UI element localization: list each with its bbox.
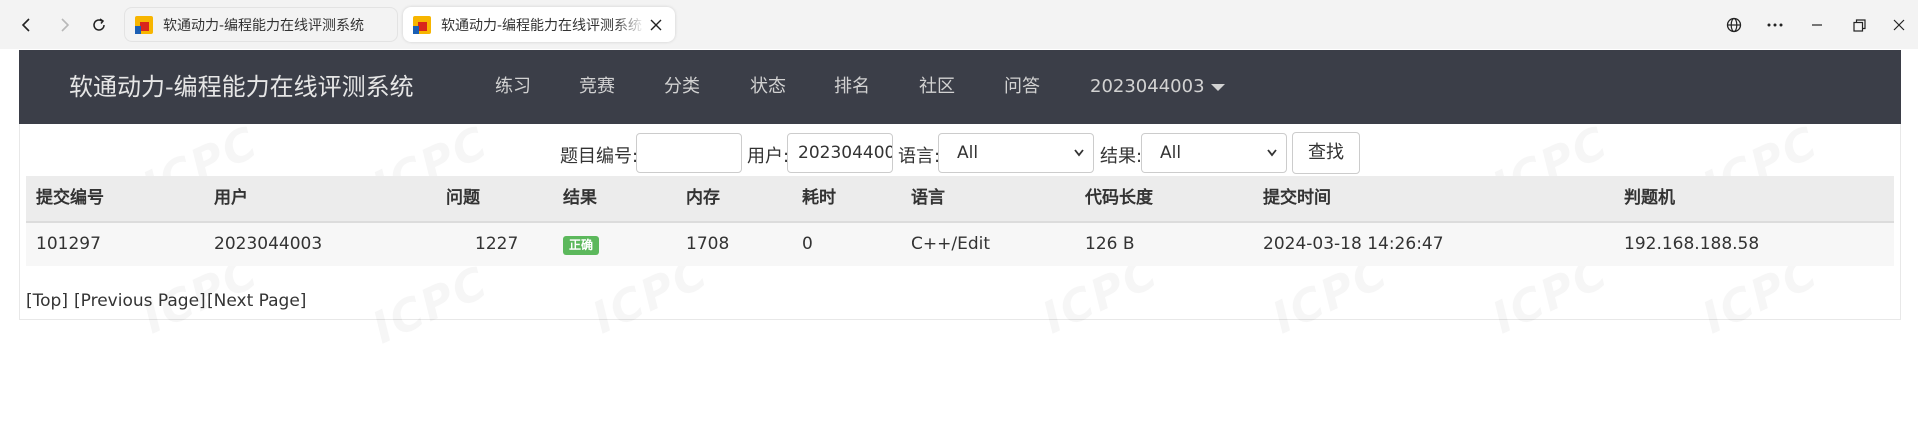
result-label: 结果:	[1100, 146, 1143, 167]
user-label: 用户:	[747, 146, 790, 167]
site-navbar: 软通动力-编程能力在线评测系统 练习 竞赛 分类 状态 排名 社区 问答 202…	[19, 50, 1901, 124]
status-badge[interactable]: 正确	[563, 236, 600, 255]
forward-icon[interactable]	[52, 12, 78, 38]
col-judger[interactable]: 判题机	[1624, 176, 1675, 221]
col-time[interactable]: 耗时	[802, 176, 836, 221]
tab-title: 软通动力-编程能力在线评测系统	[163, 17, 365, 34]
language-select[interactable]: All	[938, 133, 1094, 173]
tab-title: 软通动力-编程能力在线评测系统	[441, 17, 643, 34]
col-language[interactable]: 语言	[911, 176, 945, 221]
col-run-id[interactable]: 提交编号	[36, 176, 104, 221]
site-brand[interactable]: 软通动力-编程能力在线评测系统	[69, 50, 414, 124]
nav-item-status[interactable]: 状态	[750, 50, 786, 124]
site-favicon-icon	[413, 15, 431, 34]
pager-top[interactable]: [Top]	[26, 291, 68, 311]
more-icon[interactable]	[1762, 12, 1788, 38]
nav-item-ranking[interactable]: 排名	[834, 50, 870, 124]
tab-inactive[interactable]: 软通动力-编程能力在线评测系统	[124, 7, 398, 42]
cell-time: 0	[802, 234, 813, 254]
browser-chrome: 软通动力-编程能力在线评测系统 软通动力-编程能力在线评测系统	[0, 0, 1918, 49]
cell-language[interactable]: C++/Edit	[911, 223, 990, 266]
reload-icon[interactable]	[86, 12, 112, 38]
close-icon[interactable]	[645, 14, 667, 36]
user-menu-label: 2023044003	[1090, 76, 1205, 97]
col-user[interactable]: 用户	[214, 176, 248, 221]
language-label: 语言:	[898, 146, 941, 167]
col-problem[interactable]: 问题	[446, 176, 480, 221]
cell-submit-time: 2024-03-18 14:26:47	[1263, 234, 1444, 254]
nav-item-community[interactable]: 社区	[919, 50, 955, 124]
language-select-value: All	[957, 143, 979, 163]
problem-id-input[interactable]	[636, 133, 742, 173]
window-close-icon[interactable]	[1886, 12, 1912, 38]
nav-item-category[interactable]: 分类	[664, 50, 700, 124]
caret-down-icon	[1210, 83, 1225, 91]
cell-judger: 192.168.188.58	[1624, 234, 1760, 254]
col-submit-time[interactable]: 提交时间	[1263, 176, 1331, 221]
back-icon[interactable]	[13, 12, 39, 38]
cell-problem[interactable]: 1227	[475, 223, 518, 266]
col-result[interactable]: 结果	[563, 176, 597, 221]
table-row: 101297 2023044003 1227 正确 1708 0 C++/Edi…	[26, 223, 1894, 266]
pager-next[interactable]: [Next Page]	[207, 291, 306, 311]
result-select[interactable]: All	[1141, 133, 1287, 173]
result-select-value: All	[1160, 143, 1182, 163]
site-favicon-icon	[135, 15, 153, 34]
tab-active[interactable]: 软通动力-编程能力在线评测系统	[403, 7, 675, 42]
cell-user[interactable]: 2023044003	[214, 223, 322, 266]
minimize-icon[interactable]	[1804, 12, 1830, 38]
cell-run-id: 101297	[36, 234, 101, 254]
user-menu[interactable]: 2023044003	[1090, 50, 1225, 124]
restore-icon[interactable]	[1846, 12, 1872, 38]
nav-item-qa[interactable]: 问答	[1004, 50, 1040, 124]
translate-icon[interactable]	[1721, 12, 1747, 38]
cell-memory: 1708	[686, 234, 730, 254]
nav-item-practice[interactable]: 练习	[495, 50, 531, 124]
pager-prev[interactable]: [Previous Page]	[74, 291, 206, 311]
search-button[interactable]: 查找	[1292, 132, 1360, 174]
user-input[interactable]: 2023044003	[787, 133, 893, 173]
status-table-header: 提交编号 用户 问题 结果 内存 耗时 语言 代码长度 提交时间 判题机	[26, 176, 1894, 223]
col-memory[interactable]: 内存	[686, 176, 720, 221]
cell-code-length: 126 B	[1085, 234, 1135, 254]
col-code-length[interactable]: 代码长度	[1085, 176, 1153, 221]
problem-id-label: 题目编号:	[560, 146, 639, 167]
nav-item-contest[interactable]: 竞赛	[579, 50, 615, 124]
